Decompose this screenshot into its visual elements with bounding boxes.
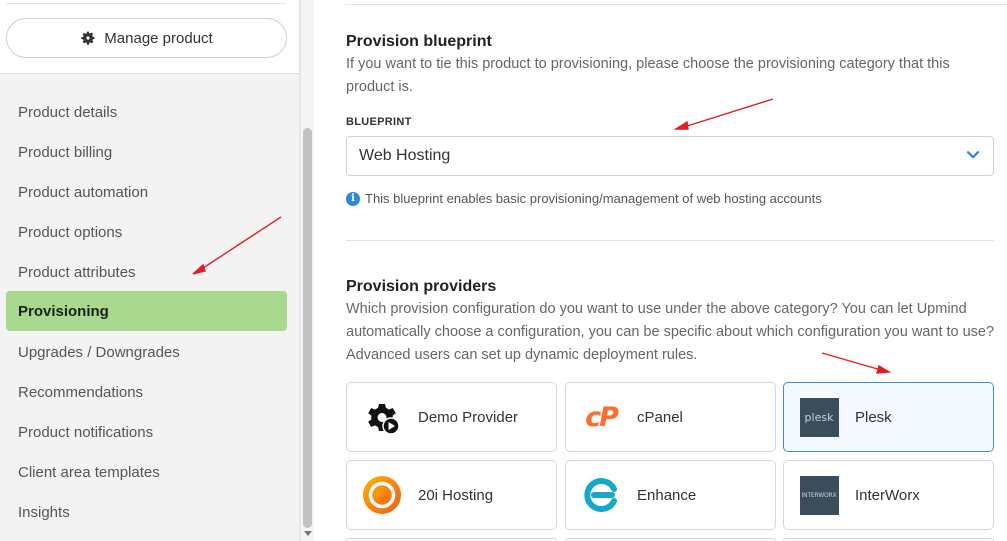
section-divider [346,240,994,241]
providers-title: Provision providers [346,278,497,295]
sidebar-item-product-options[interactable]: Product options [6,212,287,252]
provider-card-plesk[interactable]: plesk Plesk [783,382,994,452]
sidebar-item-label: Product options [18,223,123,241]
sidebar-top-rule [6,0,286,4]
sidebar-item-label: Recommendations [18,383,144,401]
sidebar-item-label: Product details [18,103,118,121]
blueprint-hint: i This blueprint enables basic provision… [346,191,822,206]
blueprint-title: Provision blueprint [346,33,492,50]
blueprint-hint-text: This blueprint enables basic provisionin… [365,191,822,206]
provider-card-demo-provider[interactable]: Demo Provider [346,382,557,452]
sidebar-item-label: Client area templates [18,463,160,481]
info-icon: i [346,191,360,206]
cpanel-logo-text: cP [585,401,619,433]
blueprint-description: If you want to tie this product to provi… [346,56,950,95]
provider-name: cPanel [637,408,683,426]
provider-name: Enhance [637,486,697,504]
interworx-logo-icon: INTERWORX [799,475,839,515]
sidebar-item-recommendations[interactable]: Recommendations [6,372,287,412]
blueprint-select[interactable]: Web Hosting [346,136,994,176]
sidebar-item-insights[interactable]: Insights [6,492,287,532]
sidebar-item-label: Product billing [18,143,113,161]
sidebar-item-product-automation[interactable]: Product automation [6,172,287,212]
sidebar-item-client-area-templates[interactable]: Client area templates [6,452,287,492]
sidebar-item-upgrades-downgrades[interactable]: Upgrades / Downgrades [6,332,287,372]
product-editor: Manage product Product details Product b… [0,0,1007,541]
sidebar-item-label: Provisioning [18,302,109,320]
sidebar-item-product-details[interactable]: Product details [6,92,287,132]
providers-description: Which provision configuration do you wan… [346,301,995,363]
top-divider [345,4,1007,5]
scroll-down-icon[interactable] [304,531,312,536]
gear-icon [81,31,95,45]
provider-name: 20i Hosting [418,486,494,504]
cpanel-logo-icon: cP [581,397,621,437]
blueprint-field-label: BLUEPRINT [346,116,412,128]
sidebar-item-label: Product attributes [18,263,136,281]
sidebar-item-product-billing[interactable]: Product billing [6,132,287,172]
scrollbar-thumb[interactable] [303,128,312,528]
sidebar-item-label: Product automation [18,183,149,201]
provider-card-20i-hosting[interactable]: 20i Hosting [346,460,557,530]
20i-logo-icon [362,475,402,515]
sidebar-scrollbar[interactable] [300,0,314,541]
sidebar-item-label: Upgrades / Downgrades [18,343,180,361]
plesk-logo-text: plesk [804,410,834,424]
main-content: Provision blueprint If you want to tie t… [315,0,1007,541]
plesk-logo-icon: plesk [799,397,839,437]
sidebar-item-label: Insights [18,503,70,521]
sidebar-nav: Product details Product billing Product … [0,74,299,541]
manage-product-label: Manage product [104,29,213,47]
gear-play-icon [362,397,402,437]
sidebar-item-label: Product notifications [18,423,154,441]
sidebar: Manage product Product details Product b… [0,0,300,541]
enhance-logo-icon [581,475,621,515]
blueprint-selected-value: Web Hosting [359,147,451,164]
provider-card-cpanel[interactable]: cP cPanel [565,382,776,452]
sidebar-item-provisioning[interactable]: Provisioning [6,291,287,331]
sidebar-item-product-notifications[interactable]: Product notifications [6,412,287,452]
sidebar-header: Manage product [0,0,299,74]
chevron-down-icon [967,151,979,159]
provider-card-interworx[interactable]: INTERWORX InterWorx [783,460,994,530]
provider-name: Plesk [855,408,892,426]
sidebar-item-product-attributes[interactable]: Product attributes [6,252,287,292]
provider-card-enhance[interactable]: Enhance [565,460,776,530]
provider-name: InterWorx [855,486,920,504]
manage-product-button[interactable]: Manage product [6,18,287,58]
provider-name: Demo Provider [418,408,519,426]
interworx-logo-text: INTERWORX [801,491,837,499]
